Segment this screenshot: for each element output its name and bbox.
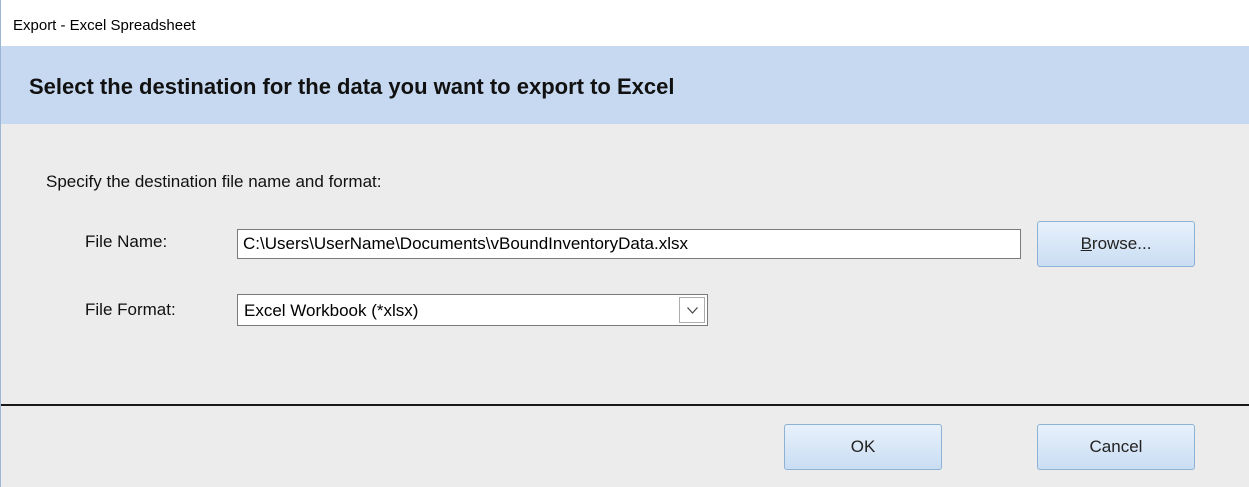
file-name-label: File Name: <box>85 232 168 251</box>
title-bar: Export - Excel Spreadsheet <box>1 0 1249 46</box>
dialog-heading: Select the destination for the data you … <box>29 74 675 99</box>
dialog-footer: OK Cancel <box>1 406 1249 487</box>
browse-button[interactable]: Browse... <box>1037 221 1195 267</box>
header-banner: Select the destination for the data you … <box>1 46 1249 124</box>
cancel-button[interactable]: Cancel <box>1037 424 1195 470</box>
dropdown-button[interactable] <box>679 297 705 323</box>
file-name-input[interactable] <box>237 229 1021 259</box>
cancel-label: Cancel <box>1089 437 1143 456</box>
ok-label: OK <box>850 437 876 456</box>
window-title: Export - Excel Spreadsheet <box>13 17 196 34</box>
file-format-select[interactable]: Excel Workbook (*xlsx) <box>237 294 708 326</box>
instruction-text: Specify the destination file name and fo… <box>46 172 382 191</box>
chevron-down-icon <box>687 307 698 314</box>
dialog-content: Specify the destination file name and fo… <box>1 124 1249 404</box>
ok-button[interactable]: OK <box>784 424 942 470</box>
export-dialog: Export - Excel Spreadsheet Select the de… <box>0 0 1249 487</box>
browse-label: rowse... <box>1091 234 1152 253</box>
file-format-value: Excel Workbook (*xlsx) <box>244 301 419 320</box>
file-format-label: File Format: <box>85 300 176 319</box>
browse-accelerator: B <box>1080 234 1092 253</box>
